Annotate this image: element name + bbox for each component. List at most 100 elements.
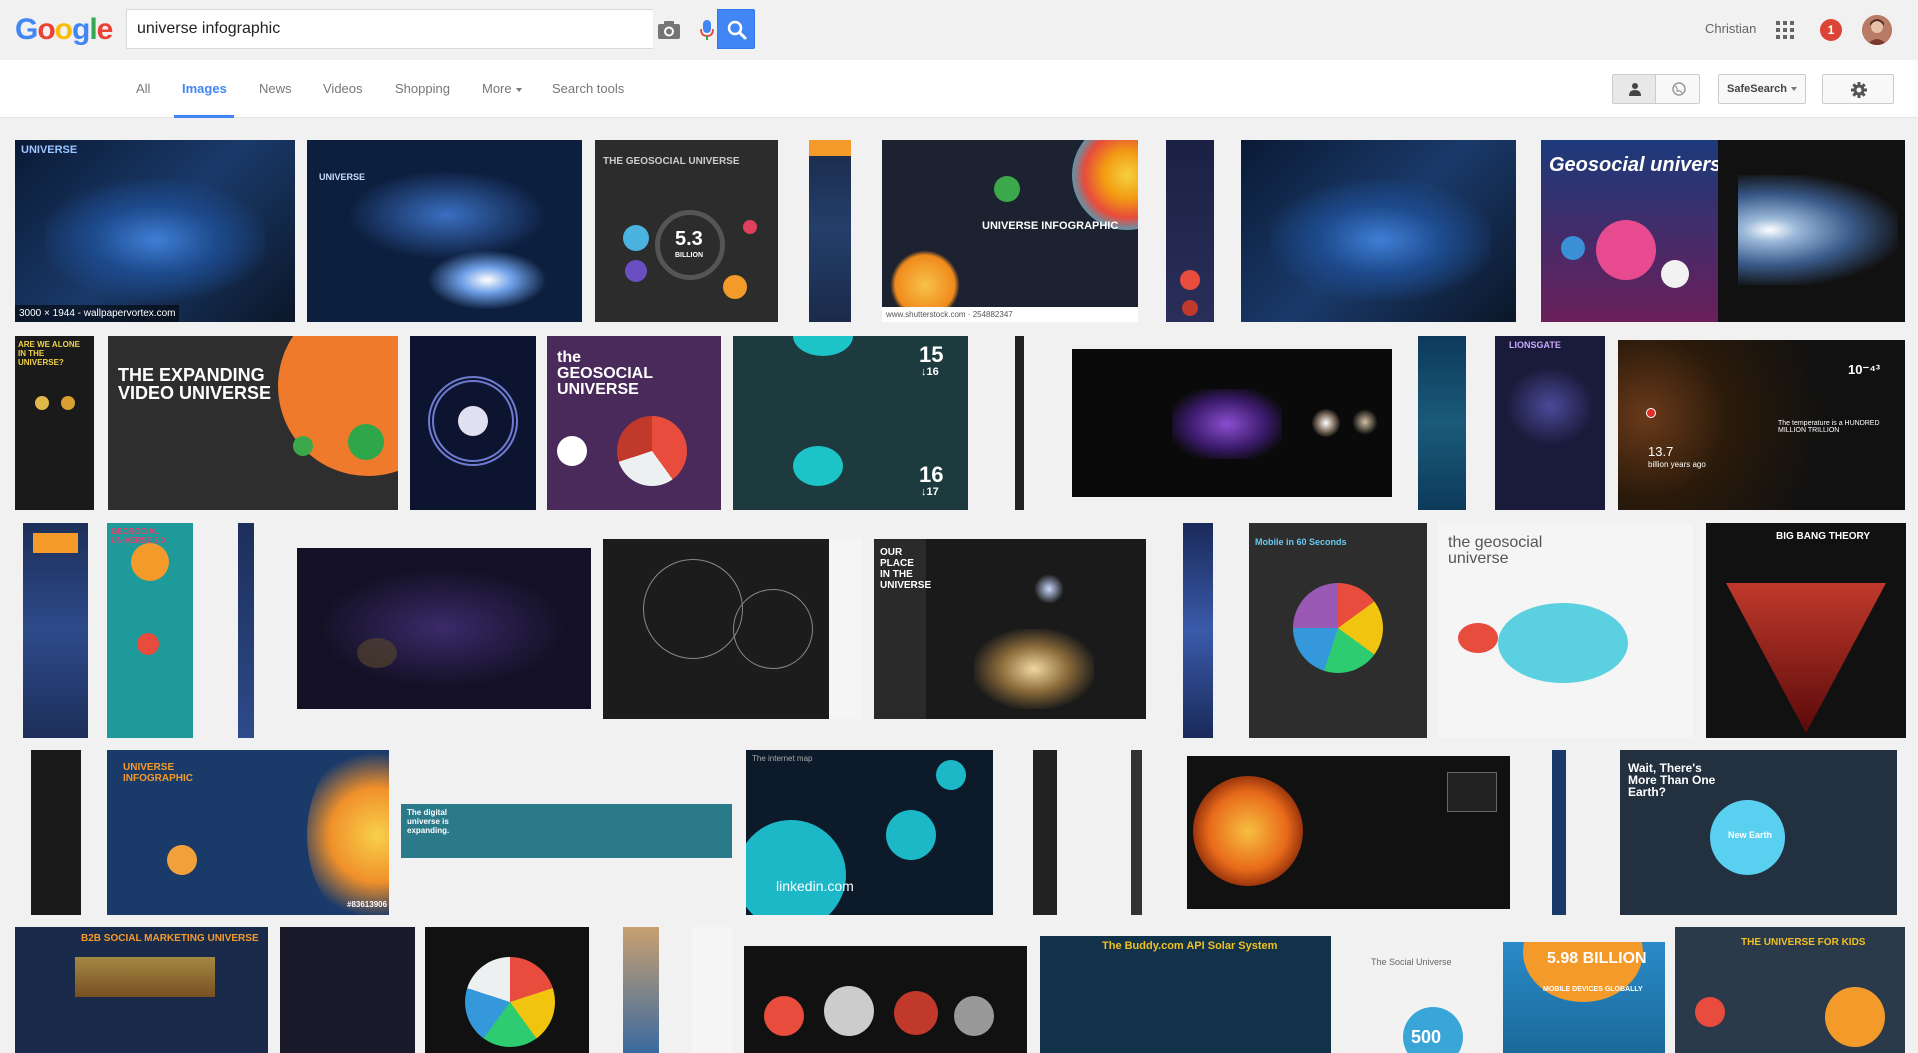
image-result[interactable]: 10⁻⁴³ 13.7 billion years ago The tempera… bbox=[1618, 340, 1905, 510]
thumbnail-number: ↓17 bbox=[921, 486, 939, 498]
image-result[interactable] bbox=[1241, 140, 1516, 322]
image-result[interactable]: B2B SOCIAL MARKETING UNIVERSE bbox=[15, 927, 268, 1053]
search-button[interactable] bbox=[717, 9, 755, 49]
image-result[interactable] bbox=[692, 927, 732, 1053]
image-result[interactable]: Mobile in 60 Seconds bbox=[1249, 523, 1427, 738]
tab-videos[interactable]: Videos bbox=[323, 81, 363, 96]
image-result[interactable]: THE UNIVERSE FOR KIDS bbox=[1675, 927, 1905, 1053]
image-result[interactable] bbox=[1552, 750, 1566, 915]
view-toggle bbox=[1612, 74, 1700, 104]
image-result[interactable] bbox=[1015, 336, 1024, 510]
image-result[interactable]: UNIVERSE bbox=[307, 140, 582, 322]
thumbnail-title: THE UNIVERSE FOR KIDS bbox=[1741, 937, 1866, 948]
image-result[interactable]: The internet map linkedin.com bbox=[746, 750, 993, 915]
thumbnail-title: the geosocial universe bbox=[1448, 534, 1543, 567]
thumbnail-title: THE EXPANDING VIDEO UNIVERSE bbox=[118, 365, 272, 403]
thumbnail-stat: 13.7 bbox=[1648, 444, 1674, 459]
personal-results-button[interactable] bbox=[1613, 75, 1656, 103]
thumbnail-title: UNIVERSE INFOGRAPHIC bbox=[982, 220, 1119, 232]
image-result[interactable]: the GEOSOCIAL UNIVERSE bbox=[547, 336, 721, 510]
image-result[interactable]: UNIVERSE INFOGRAPHIC #83613906 bbox=[107, 750, 389, 915]
thumbnail-stat-sub: billion years ago bbox=[1648, 460, 1706, 469]
thumbnail-title: Geosocial universe bbox=[1549, 154, 1721, 176]
image-result[interactable]: the geosocial universe bbox=[1438, 523, 1693, 738]
image-result[interactable] bbox=[603, 539, 862, 719]
image-result[interactable]: The Social Universe 500 bbox=[1343, 927, 1491, 1053]
image-result[interactable] bbox=[809, 140, 851, 322]
thumbnail-label: New Earth bbox=[1728, 830, 1773, 840]
image-result[interactable] bbox=[1072, 349, 1392, 497]
top-bar: Google Christian 1 bbox=[0, 0, 1918, 60]
tab-images[interactable]: Images bbox=[182, 81, 227, 96]
image-result[interactable]: Wait, There's More Than One Earth? New E… bbox=[1620, 750, 1897, 915]
thumbnail-title: UNIVERSE bbox=[319, 172, 366, 182]
image-result[interactable] bbox=[1418, 336, 1466, 510]
image-result[interactable]: 15 ↓16 16 ↓17 bbox=[733, 336, 968, 510]
thumbnail-title: Wait, There's More Than One Earth? bbox=[1628, 761, 1716, 799]
image-result[interactable]: THE EXPANDING VIDEO UNIVERSE bbox=[108, 336, 398, 510]
image-result[interactable] bbox=[425, 927, 589, 1053]
tab-more-label: More bbox=[482, 81, 512, 96]
chevron-down-icon bbox=[1790, 87, 1797, 92]
image-caption: #83613906 bbox=[347, 900, 388, 909]
person-icon bbox=[1629, 83, 1641, 96]
image-result[interactable]: BIG BANG THEORY bbox=[1706, 523, 1906, 738]
apps-grid-icon[interactable] bbox=[1776, 21, 1794, 39]
thumbnail-number: ↓16 bbox=[921, 366, 939, 378]
image-result[interactable]: GEOSOCIAL UNIVERSE 2.0 bbox=[107, 523, 193, 738]
user-name-link[interactable]: Christian bbox=[1705, 21, 1756, 36]
tab-all[interactable]: All bbox=[136, 81, 150, 96]
image-result[interactable] bbox=[410, 336, 536, 510]
thumbnail-text: The temperature is a HUNDRED MILLION TRI… bbox=[1778, 420, 1880, 434]
search-icon bbox=[727, 20, 747, 40]
camera-icon[interactable] bbox=[657, 19, 681, 41]
image-result[interactable] bbox=[1033, 750, 1057, 915]
notifications-badge[interactable]: 1 bbox=[1820, 19, 1842, 41]
safesearch-button[interactable]: SafeSearch bbox=[1718, 74, 1806, 104]
tab-more[interactable]: More bbox=[482, 81, 522, 96]
image-result[interactable]: OUR PLACE IN THE UNIVERSE bbox=[874, 539, 1146, 719]
thumbnail-title: B2B SOCIAL MARKETING UNIVERSE bbox=[81, 933, 259, 944]
settings-button[interactable] bbox=[1822, 74, 1894, 104]
thumbnail-title: The Buddy.com API Solar System bbox=[1102, 940, 1278, 952]
image-result[interactable] bbox=[1718, 140, 1905, 322]
image-result[interactable]: Geosocial universe bbox=[1541, 140, 1721, 322]
tab-search-tools[interactable]: Search tools bbox=[552, 81, 624, 96]
image-result[interactable] bbox=[297, 548, 591, 709]
thumbnail-label: linkedin.com bbox=[776, 878, 854, 894]
thumbnail-title: LIONSGATE bbox=[1509, 340, 1561, 350]
search-input[interactable] bbox=[137, 10, 537, 48]
google-logo[interactable]: Google bbox=[15, 13, 113, 47]
tab-shopping[interactable]: Shopping bbox=[395, 81, 450, 96]
global-results-button[interactable] bbox=[1657, 75, 1700, 103]
thumbnail-stat: 10⁻⁴³ bbox=[1848, 362, 1881, 377]
image-result[interactable] bbox=[31, 750, 81, 915]
image-result[interactable]: THE GEOSOCIAL UNIVERSE 5.3 BILLION bbox=[595, 140, 778, 322]
tab-news[interactable]: News bbox=[259, 81, 292, 96]
image-result[interactable] bbox=[1183, 523, 1213, 738]
image-result[interactable]: UNIVERSE 3000 × 1944 - wallpapervortex.c… bbox=[15, 140, 295, 322]
image-result[interactable]: UNIVERSE INFOGRAPHIC www.shutterstock.co… bbox=[882, 140, 1138, 322]
image-result[interactable]: The digital universe is expanding. bbox=[401, 804, 732, 858]
avatar[interactable] bbox=[1862, 15, 1892, 45]
image-result[interactable]: ARE WE ALONE IN THE UNIVERSE? bbox=[15, 336, 94, 510]
image-result[interactable] bbox=[23, 523, 88, 738]
image-result[interactable] bbox=[280, 927, 415, 1053]
thumbnail-stat-sub: BILLION bbox=[675, 252, 703, 259]
thumbnail-stat: 500 bbox=[1411, 1027, 1442, 1047]
thumbnail-title: THE GEOSOCIAL UNIVERSE bbox=[603, 156, 740, 167]
image-result[interactable] bbox=[744, 946, 1027, 1053]
image-result[interactable] bbox=[623, 927, 659, 1053]
image-result[interactable] bbox=[1166, 140, 1214, 322]
image-result[interactable]: 5.98 BILLION MOBILE DEVICES GLOBALLY bbox=[1503, 942, 1665, 1053]
chevron-down-icon bbox=[515, 87, 522, 92]
microphone-icon[interactable] bbox=[699, 19, 715, 41]
thumbnail-title: OUR PLACE IN THE UNIVERSE bbox=[880, 547, 932, 591]
thumbnail-title: BIG BANG THEORY bbox=[1776, 531, 1871, 542]
thumbnail-stat: 5.3 bbox=[675, 228, 703, 250]
image-result[interactable] bbox=[1131, 750, 1142, 915]
image-result[interactable] bbox=[1187, 756, 1510, 909]
image-result[interactable]: LIONSGATE bbox=[1495, 336, 1605, 510]
image-result[interactable] bbox=[238, 523, 254, 738]
image-result[interactable]: The Buddy.com API Solar System bbox=[1040, 936, 1331, 1053]
